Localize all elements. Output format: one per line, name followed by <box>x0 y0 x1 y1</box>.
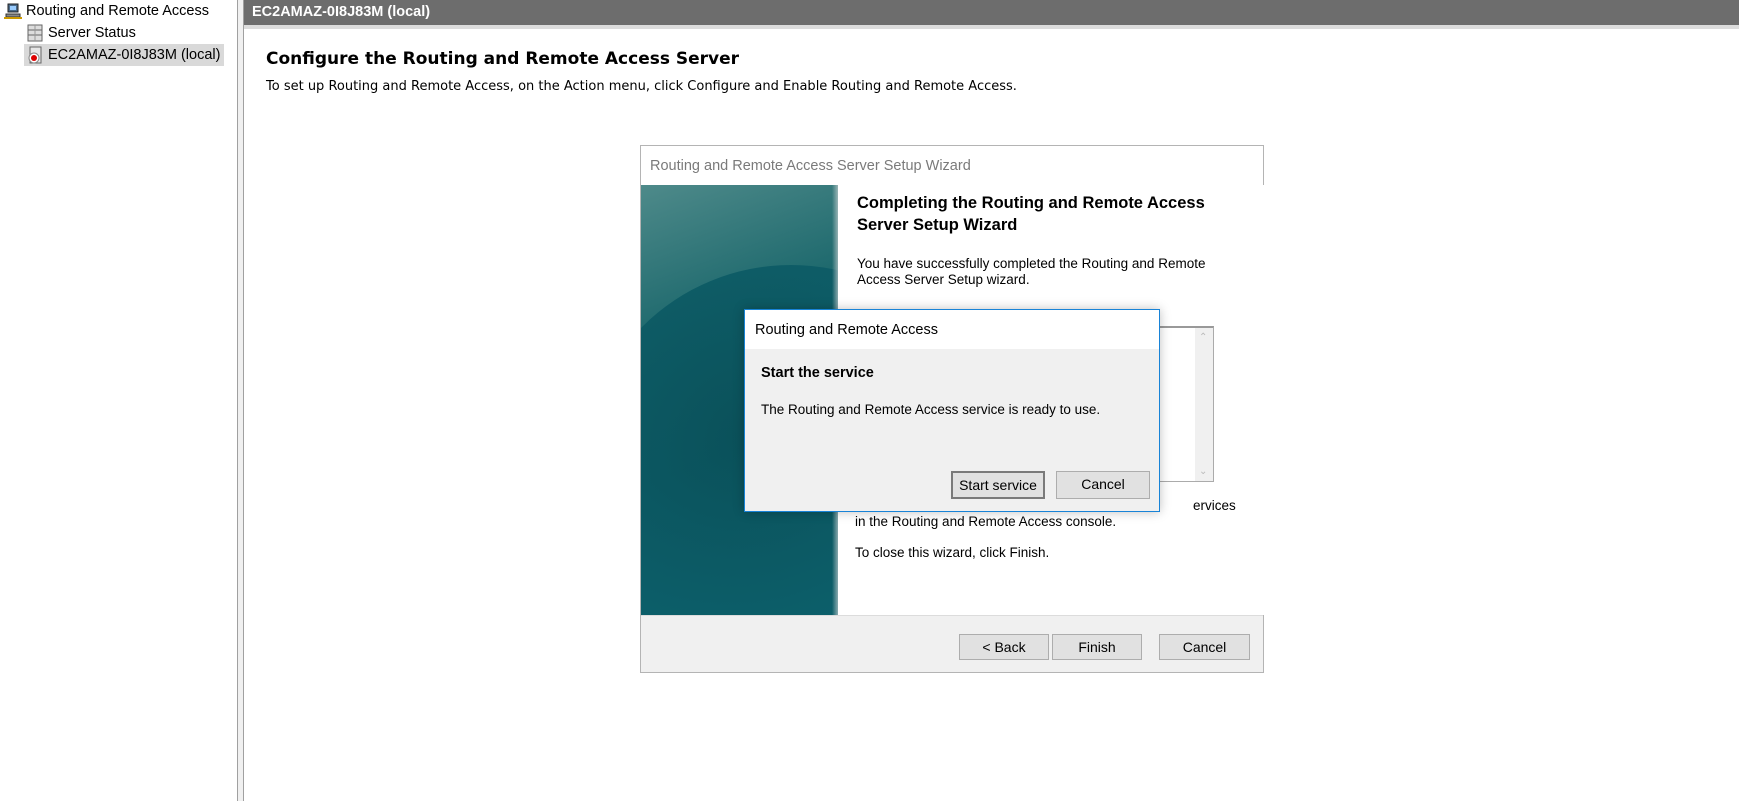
pane-splitter[interactable] <box>237 0 244 801</box>
wizard-heading: Completing the Routing and Remote Access… <box>857 194 1205 234</box>
wizard-partial-text: ervices <box>1193 498 1236 513</box>
page-title: Configure the Routing and Remote Access … <box>266 49 740 69</box>
routing-icon <box>4 2 22 20</box>
popup-title: Routing and Remote Access <box>745 310 1159 349</box>
wizard-console-text: in the Routing and Remote Access console… <box>855 514 1117 529</box>
wizard-close-text: To close this wizard, click Finish. <box>855 545 1050 560</box>
results-header: EC2AMAZ-0I8J83M (local) <box>244 0 1739 25</box>
wizard-footer: < Back Finish Cancel <box>641 615 1263 672</box>
finish-button[interactable]: Finish <box>1052 634 1142 660</box>
server-status-icon <box>26 24 44 42</box>
tree-item-label: EC2AMAZ-0I8J83M (local) <box>48 47 221 63</box>
tree-item-root[interactable]: Routing and Remote Access <box>2 0 213 22</box>
back-button[interactable]: < Back <box>959 634 1049 660</box>
page-subtitle: To set up Routing and Remote Access, on … <box>266 79 1017 94</box>
wizard-cancel-button[interactable]: Cancel <box>1159 634 1250 660</box>
popup-heading: Start the service <box>761 365 874 381</box>
tree-item-server-status[interactable]: Server Status <box>24 22 140 44</box>
tree-item-local-server[interactable]: EC2AMAZ-0I8J83M (local) <box>24 44 225 66</box>
scroll-down-icon[interactable]: ⌄ <box>1199 466 1207 477</box>
scroll-up-icon[interactable]: ⌃ <box>1199 332 1207 343</box>
console-tree: Routing and Remote Access Server Status … <box>0 0 237 801</box>
summary-scrollbar[interactable]: ⌃ ⌄ <box>1195 328 1213 481</box>
start-service-button[interactable]: Start service <box>951 471 1045 499</box>
wizard-success-text: You have successfully completed the Rout… <box>857 256 1206 287</box>
tree-item-label: Routing and Remote Access <box>26 3 209 19</box>
header-divider <box>244 25 1739 29</box>
wizard-title: Routing and Remote Access Server Setup W… <box>650 158 971 174</box>
popup-message: The Routing and Remote Access service is… <box>761 402 1101 417</box>
start-service-dialog: Routing and Remote Access Start the serv… <box>744 309 1160 512</box>
popup-cancel-button[interactable]: Cancel <box>1056 471 1150 499</box>
tree-item-label: Server Status <box>48 25 136 41</box>
server-stopped-icon <box>26 46 44 64</box>
